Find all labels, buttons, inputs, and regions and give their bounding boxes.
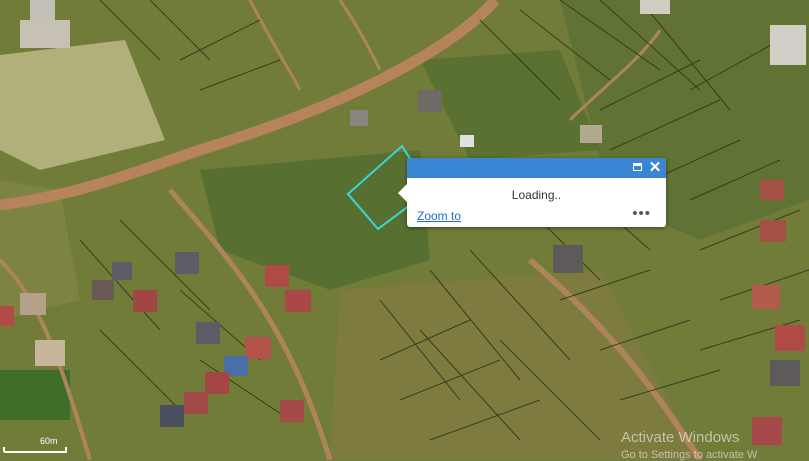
activation-watermark-subtitle: Go to Settings to activate W — [621, 449, 758, 461]
maximize-icon[interactable] — [630, 161, 644, 175]
info-popup: ✕ Loading.. Zoom to ••• — [398, 158, 666, 227]
popup-pointer — [398, 184, 407, 202]
loading-text: Loading.. — [511, 188, 562, 202]
satellite-map[interactable] — [0, 0, 809, 460]
scale-label: 60m — [40, 436, 58, 446]
close-icon[interactable]: ✕ — [648, 160, 662, 175]
popup-header: ✕ — [407, 158, 666, 178]
activation-watermark-title: Activate Windows — [621, 429, 740, 446]
more-options-icon[interactable]: ••• — [632, 205, 651, 222]
zoom-to-link[interactable]: Zoom to — [417, 209, 461, 223]
